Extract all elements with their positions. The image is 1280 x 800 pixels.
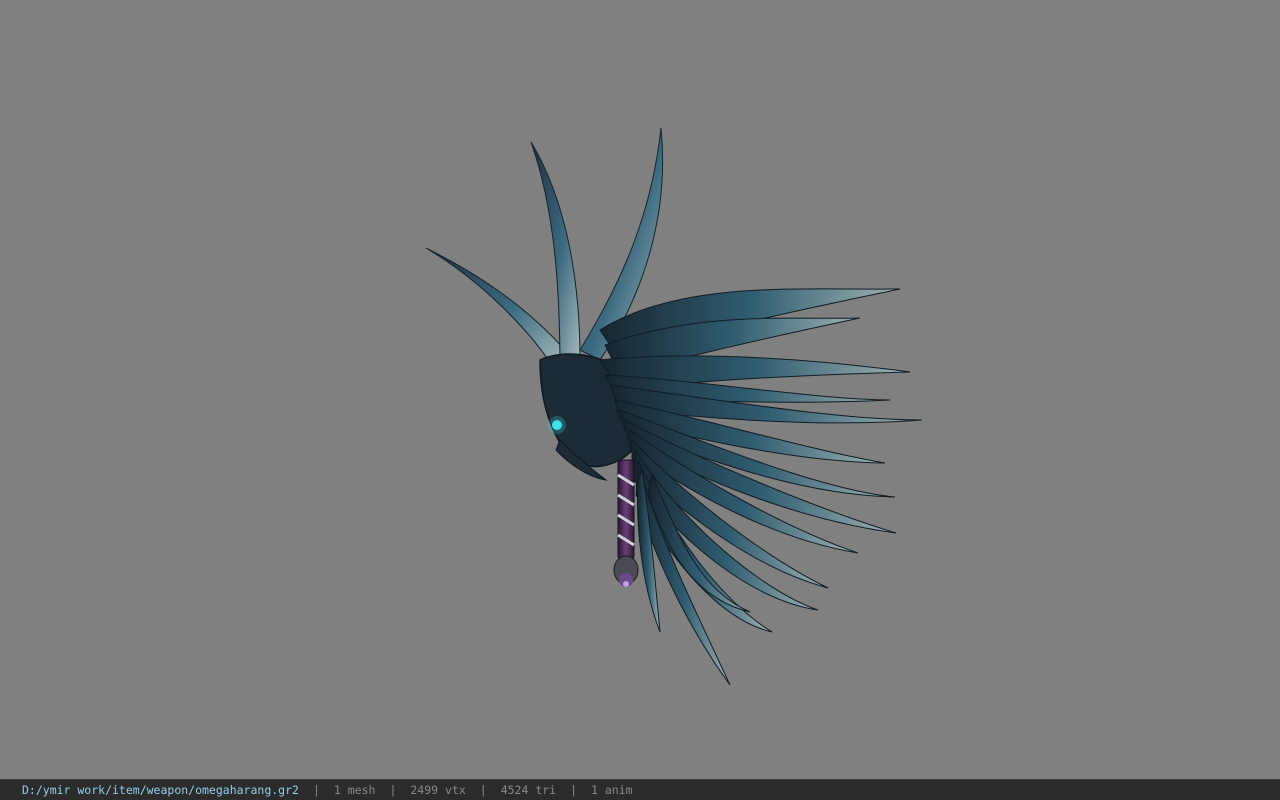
file-path-label: D:/ymir work/item/weapon/omegaharang.gr2 [22, 783, 299, 797]
animation-count: 1 anim [591, 783, 633, 797]
status-bar: D:/ymir work/item/weapon/omegaharang.gr2… [0, 779, 1280, 800]
weapon-handle [613, 459, 639, 587]
weapon-model-render [425, 127, 923, 686]
vertex-count: 2499 vtx [410, 783, 466, 797]
3d-viewport[interactable] [0, 0, 1280, 779]
status-separator: | [479, 783, 487, 797]
triangle-count: 4524 tri [500, 783, 557, 797]
status-separator: | [389, 783, 397, 797]
status-separator: | [570, 783, 578, 797]
mesh-count: 1 mesh [333, 783, 376, 797]
wing-blades [599, 288, 923, 686]
status-separator: | [312, 783, 320, 797]
